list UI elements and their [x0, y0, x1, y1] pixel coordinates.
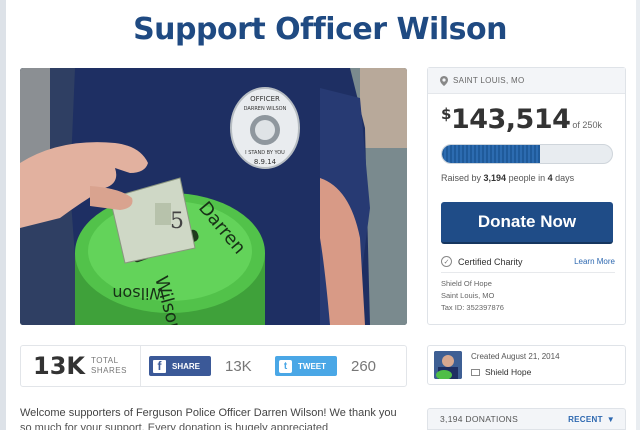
badge-motto-text: I STAND BY YOU [245, 150, 285, 156]
total-shares-count: 13K [33, 352, 85, 380]
learn-more-link[interactable]: Learn More [574, 257, 615, 266]
facebook-share-button[interactable]: f SHARE [149, 356, 211, 376]
progress-bar-fill [442, 145, 540, 163]
sort-recent-dropdown[interactable]: RECENT ▼ [568, 415, 615, 424]
amount-raised: $143,514 of 250k [441, 104, 602, 135]
raised-by-mid: people in [506, 173, 548, 183]
sort-label: RECENT [568, 414, 603, 424]
chevron-down-icon: ▼ [606, 414, 615, 424]
campaign-photo[interactable]: OFFICER DARREN WILSON I STAND BY YOU 8.9… [20, 68, 407, 325]
twitter-tweet-count: 260 [351, 357, 377, 375]
facebook-icon: f [153, 359, 166, 373]
currency-symbol: $ [441, 105, 451, 123]
organizer-link[interactable]: Shield Hope [471, 367, 531, 377]
raised-amount: $143,514 [441, 104, 571, 135]
certified-charity-label: Certified Charity [458, 256, 523, 267]
location-pin-icon [440, 75, 448, 86]
badge-name-text: DARREN WILSON [244, 106, 287, 112]
page-scrollbar-track[interactable] [636, 0, 640, 430]
donations-count: 3,194 DONATIONS [440, 414, 519, 424]
mail-icon [471, 368, 480, 376]
raised-by-suffix: days [552, 173, 575, 183]
total-label-line-2: SHARES [91, 366, 127, 375]
card-divider [441, 272, 615, 273]
share-bar: 13K TOTAL SHARES f SHARE 13K t TWEET 260 [20, 345, 407, 387]
total-shares: 13K TOTAL SHARES [21, 346, 141, 386]
total-shares-label: TOTAL SHARES [91, 356, 127, 376]
badge-top-text: OFFICER [250, 95, 280, 103]
facebook-share-label: SHARE [172, 361, 201, 371]
story-text-line-1: Welcome supporters of Ferguson Police Of… [20, 407, 397, 419]
badge-date-text: 8.9.14 [254, 158, 277, 166]
page-left-border [0, 0, 6, 430]
campaign-photo-illustration: OFFICER DARREN WILSON I STAND BY YOU 8.9… [20, 68, 407, 325]
avatar-image [434, 351, 462, 379]
location-label: SAINT LOUIS, MO [453, 76, 525, 85]
donations-header: 3,194 DONATIONS RECENT ▼ [427, 408, 626, 430]
facebook-share-count: 13K [225, 357, 252, 375]
creator-avatar[interactable] [434, 351, 462, 379]
twitter-tweet-button[interactable]: t TWEET [275, 356, 337, 376]
twitter-tweet-label: TWEET [298, 361, 326, 371]
charity-tax-id: Tax ID: 352397876 [441, 303, 504, 312]
certified-charity-row: ✓ Certified Charity Learn More [441, 256, 615, 267]
created-date: Created August 21, 2014 [471, 352, 560, 361]
twitter-icon: t [279, 359, 292, 373]
total-label-line-1: TOTAL [91, 356, 119, 365]
charity-name: Shield Of Hope [441, 279, 492, 288]
donate-now-button[interactable]: Donate Now [441, 202, 613, 244]
organizer-name: Shield Hope [485, 367, 532, 377]
raised-by-prefix: Raised by [441, 173, 484, 183]
page-title: Support Officer Wilson [133, 12, 507, 47]
location-row: SAINT LOUIS, MO [428, 68, 625, 94]
check-circle-icon: ✓ [441, 256, 452, 267]
creator-card: Created August 21, 2014 Shield Hope [427, 345, 626, 385]
raised-amount-value: 143,514 [450, 104, 571, 135]
charity-info: Shield Of Hope Saint Louis, MO Tax ID: 3… [441, 278, 504, 314]
charity-city: Saint Louis, MO [441, 291, 495, 300]
goal-amount: of 250k [572, 120, 602, 130]
story-text-line-2: so much for your support. Every donation… [20, 422, 329, 430]
raised-by-text: Raised by 3,194 people in 4 days [441, 173, 574, 183]
progress-bar [441, 144, 613, 164]
campaign-sidebar-card: SAINT LOUIS, MO $143,514 of 250k Raised … [427, 67, 626, 325]
jar-text-wilson-lower: Wilson [112, 284, 165, 303]
bill-denomination: 5 [170, 209, 184, 234]
donor-count: 3,194 [483, 173, 507, 183]
